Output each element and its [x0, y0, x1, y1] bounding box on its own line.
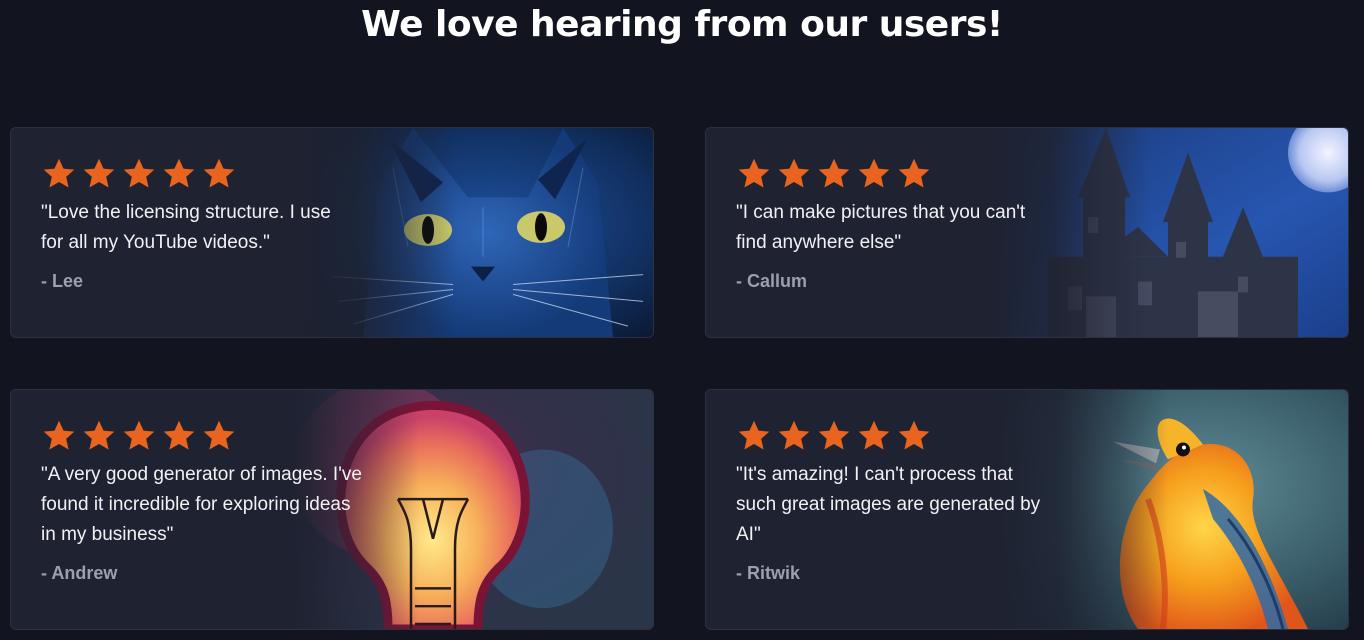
rating-stars [41, 418, 371, 454]
star-icon [203, 420, 235, 450]
testimonial-author: - Ritwik [736, 563, 801, 583]
star-icon [778, 420, 810, 450]
rating-stars [736, 418, 1066, 454]
star-icon [203, 158, 235, 188]
testimonial-card: "It's amazing! I can't process that such… [705, 389, 1349, 630]
star-icon [738, 420, 770, 450]
star-icon [163, 420, 195, 450]
star-icon [738, 158, 770, 188]
star-icon [778, 158, 810, 188]
testimonial-quote: "It's amazing! I can't process that such… [736, 464, 1041, 545]
rating-stars [41, 156, 371, 192]
testimonial-author: - Lee [41, 271, 84, 291]
star-icon [163, 158, 195, 188]
testimonial-quote: "A very good generator of images. I've f… [41, 464, 362, 545]
testimonial-author: - Andrew [41, 563, 118, 583]
star-icon [123, 158, 155, 188]
section-heading: We love hearing from our users! [361, 4, 1003, 45]
star-icon [818, 420, 850, 450]
star-icon [858, 420, 890, 450]
testimonial-quote: "Love the licensing structure. I use for… [41, 202, 331, 253]
testimonial-card: "A very good generator of images. I've f… [10, 389, 654, 630]
rating-stars [736, 156, 1066, 192]
star-icon [43, 420, 75, 450]
star-icon [83, 158, 115, 188]
star-icon [898, 420, 930, 450]
star-icon [818, 158, 850, 188]
testimonial-card: "Love the licensing structure. I use for… [10, 127, 654, 338]
star-icon [43, 158, 75, 188]
star-icon [898, 158, 930, 188]
star-icon [858, 158, 890, 188]
testimonial-quote: "I can make pictures that you can't find… [736, 202, 1026, 253]
testimonial-card: "I can make pictures that you can't find… [705, 127, 1349, 338]
star-icon [123, 420, 155, 450]
testimonial-author: - Callum [736, 271, 808, 291]
star-icon [83, 420, 115, 450]
